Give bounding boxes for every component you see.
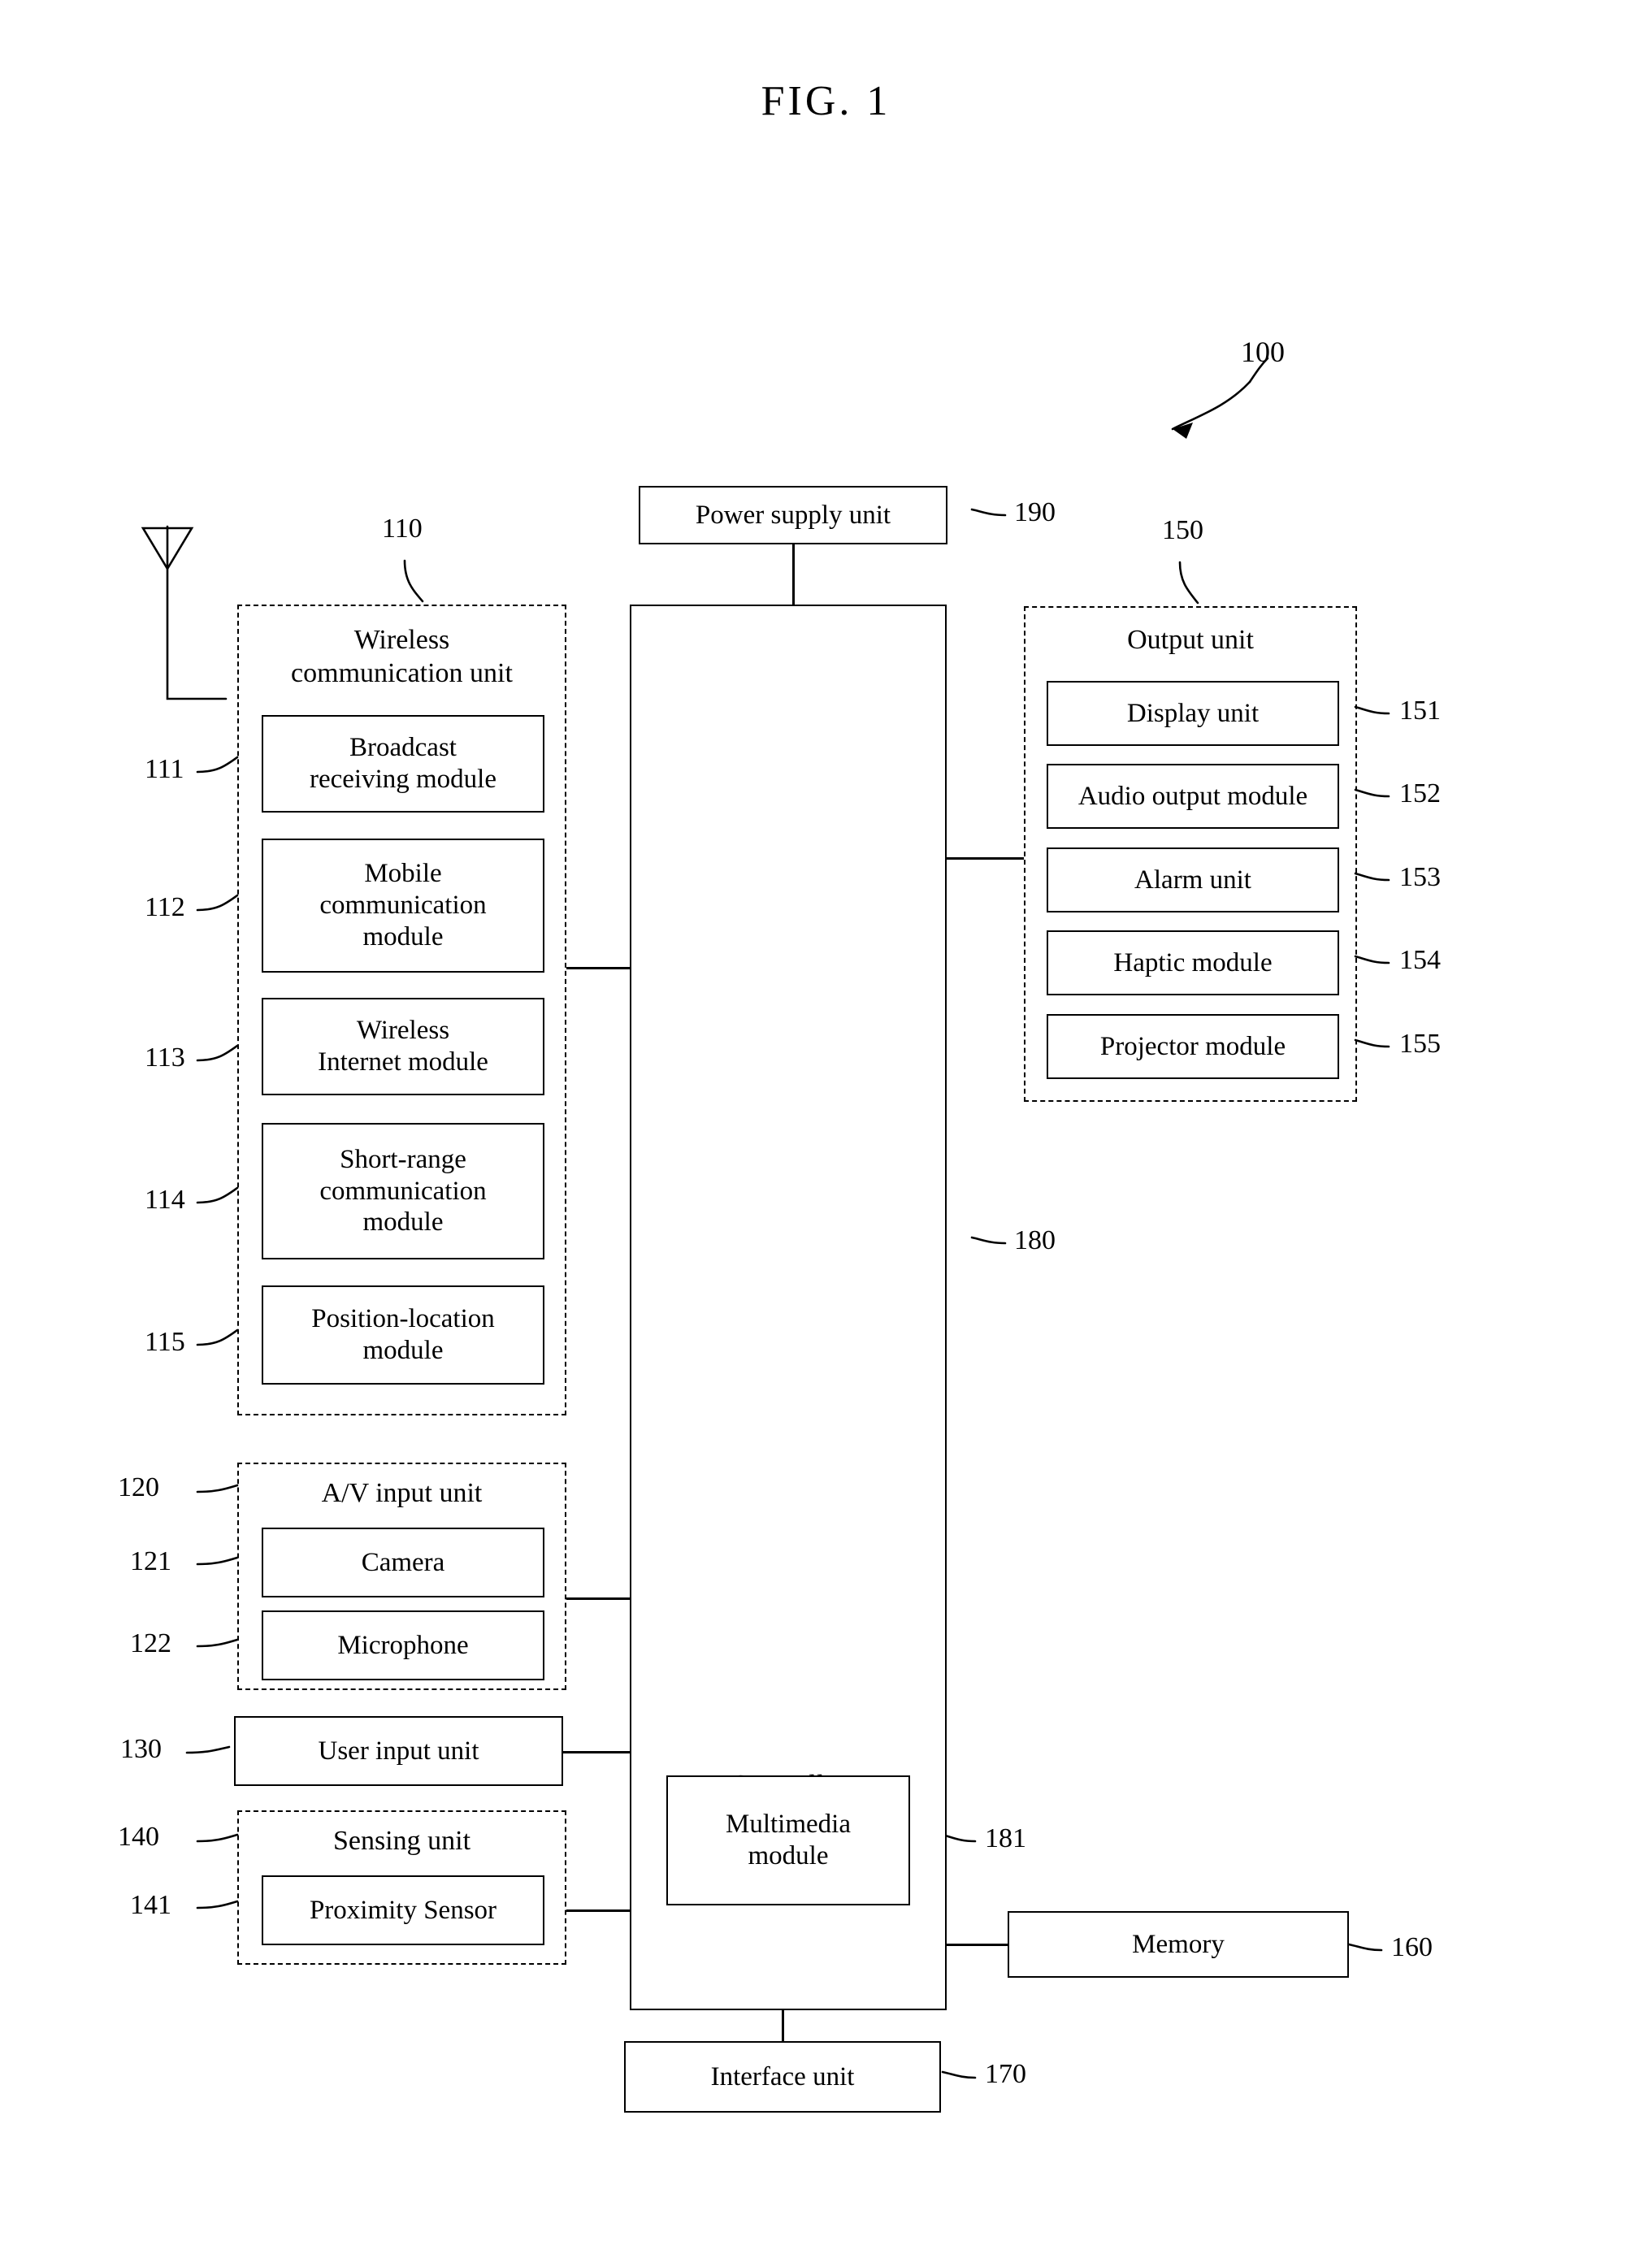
microphone-block[interactable]: Microphone [262,1610,544,1680]
ref-100: 100 [1241,336,1285,368]
camera-label: Camera [361,1547,445,1577]
wireless-internet-module-label-2: Internet module [318,1047,488,1077]
proximity-sensor-label: Proximity Sensor [309,1895,497,1925]
projector-module-label: Projector module [1099,1031,1286,1061]
user-input-unit-block[interactable]: User input unit [234,1716,563,1786]
short-range-communication-module-block[interactable]: Short-range communication module [262,1123,544,1259]
memory-block[interactable]: Memory [1008,1911,1349,1978]
ref-152: 152 [1399,778,1441,808]
ref-140: 140 [118,1822,159,1852]
connector-av-to-controller [566,1597,630,1600]
wireless-communication-unit-title: Wireless communication unit [237,624,566,691]
ref-115: 115 [145,1327,185,1357]
ref-141: 141 [130,1890,171,1920]
connector-userinput-to-controller [563,1751,630,1753]
ref-113: 113 [145,1042,185,1073]
ref-155: 155 [1399,1029,1441,1059]
broadcast-receiving-module-label-2: receiving module [309,765,496,794]
position-location-module-block[interactable]: Position-location module [262,1285,544,1385]
broadcast-receiving-module-label-1: Broadcast [349,733,457,763]
power-supply-unit-label: Power supply unit [695,500,891,530]
ref-153: 153 [1399,862,1441,892]
ref-122: 122 [130,1628,171,1658]
mobile-communication-module-block[interactable]: Mobile communication module [262,839,544,973]
position-location-module-label-2: module [362,1336,444,1365]
camera-block[interactable]: Camera [262,1528,544,1597]
connector-wireless-to-controller [566,967,630,969]
multimedia-module-block[interactable]: Multimedia module [666,1775,910,1905]
ref-111: 111 [145,754,184,784]
ref-112: 112 [145,892,185,922]
ref-120: 120 [118,1472,159,1502]
position-location-module-label-1: Position-location [311,1304,495,1334]
projector-module-block[interactable]: Projector module [1047,1014,1339,1079]
ref-114: 114 [145,1185,185,1215]
power-supply-unit-block[interactable]: Power supply unit [639,486,947,544]
ref-154: 154 [1399,945,1441,975]
broadcast-receiving-module-block[interactable]: Broadcast receiving module [262,715,544,813]
ref-130: 130 [120,1734,162,1764]
output-unit-title: Output unit [1024,624,1357,657]
mobile-communication-module-label-3: module [362,921,444,951]
haptic-module-block[interactable]: Haptic module [1047,930,1339,995]
figure-title: FIG. 1 [761,78,891,124]
display-unit-block[interactable]: Display unit [1047,681,1339,746]
display-unit-label: Display unit [1126,698,1260,728]
multimedia-module-label-line1: Multimedia [726,1810,851,1840]
wireless-internet-module-label-1: Wireless [356,1016,450,1046]
mobile-communication-module-label-2: communication [319,891,487,921]
output-unit-title-text: Output unit [1127,625,1254,655]
ref-180: 180 [1014,1225,1056,1255]
ref-181: 181 [985,1823,1026,1853]
connector-controller-to-interface [782,2010,784,2043]
interface-unit-block[interactable]: Interface unit [624,2041,941,2113]
alarm-unit-block[interactable]: Alarm unit [1047,847,1339,912]
user-input-unit-label: User input unit [318,1736,479,1766]
ref-150: 150 [1162,515,1203,545]
connector-controller-to-memory [947,1944,1008,1946]
short-range-module-label-2: communication [319,1176,487,1206]
ref-160: 160 [1391,1932,1433,1962]
av-input-unit-title: A/V input unit [237,1477,566,1511]
connector-sensing-to-controller [566,1909,630,1912]
wireless-internet-module-block[interactable]: Wireless Internet module [262,998,544,1095]
haptic-module-label: Haptic module [1113,947,1273,977]
audio-output-module-label: Audio output module [1077,781,1308,811]
connector-power-to-controller [792,544,795,605]
ref-190: 190 [1014,497,1056,527]
audio-output-module-block[interactable]: Audio output module [1047,764,1339,829]
interface-unit-label: Interface unit [710,2061,855,2091]
wireless-unit-title-line2: communication unit [291,657,513,688]
sensing-unit-title-text: Sensing unit [332,1826,471,1856]
wireless-unit-title-line1: Wireless [353,625,450,655]
multimedia-module-label-line2: module [748,1841,829,1870]
av-input-unit-title-text: A/V input unit [321,1478,483,1508]
alarm-unit-label: Alarm unit [1134,865,1251,895]
proximity-sensor-block[interactable]: Proximity Sensor [262,1875,544,1945]
ref-121: 121 [130,1546,171,1576]
ref-110: 110 [382,514,423,544]
mobile-communication-module-label-1: Mobile [364,859,442,889]
sensing-unit-title: Sensing unit [237,1825,566,1858]
connector-controller-to-output [947,857,1024,860]
short-range-module-label-1: Short-range [340,1144,466,1174]
ref-151: 151 [1399,696,1441,726]
ref-170: 170 [985,2059,1026,2089]
memory-label: Memory [1132,1929,1225,1959]
microphone-label: Microphone [337,1630,469,1660]
short-range-module-label-3: module [362,1207,444,1238]
